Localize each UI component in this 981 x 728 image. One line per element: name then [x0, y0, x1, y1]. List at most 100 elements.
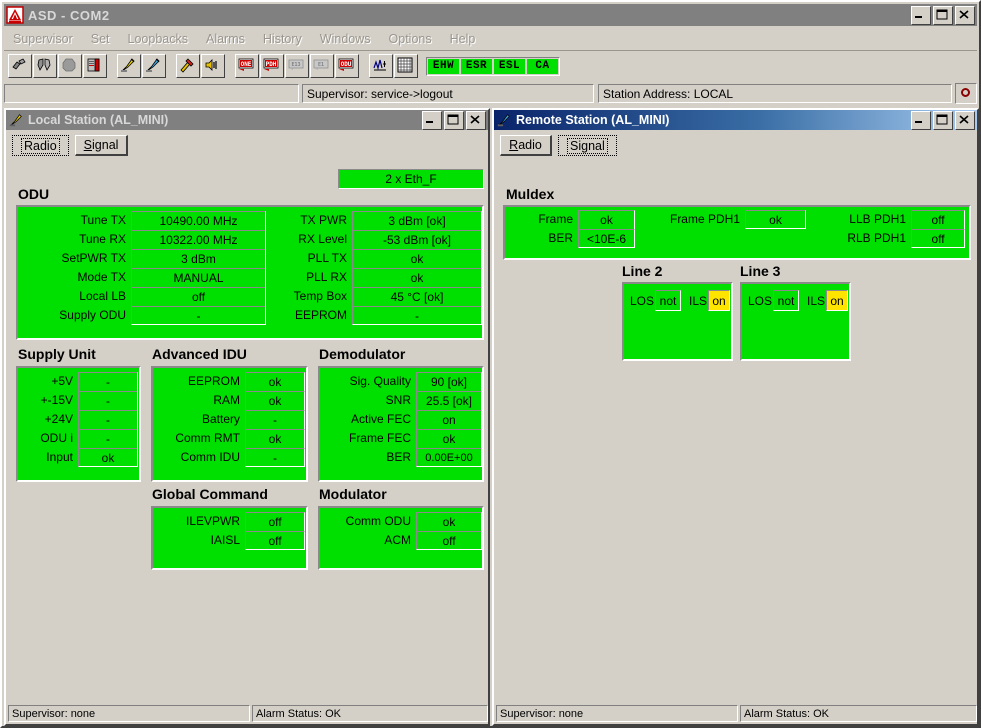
local-maximize-button[interactable]	[444, 110, 464, 130]
local-tab-radio[interactable]: Radio	[12, 135, 69, 156]
local-status-bar: Supervisor: none Alarm Status: OK	[8, 705, 488, 722]
speaker-alarm-icon[interactable]	[201, 54, 225, 78]
e1-grey-icon[interactable]: E1	[310, 54, 334, 78]
line3-los-value: not	[773, 290, 800, 311]
idu-label: Comm RMT	[175, 431, 240, 445]
line2-ils-value: on	[708, 290, 731, 311]
remote-station-blue-icon[interactable]	[142, 54, 166, 78]
remote-minimize-button[interactable]	[911, 110, 931, 130]
grey-octagon-icon[interactable]	[58, 54, 82, 78]
line2-ils-label: ILS	[689, 293, 708, 308]
muldex-panel: Frame BER ok <10E-6 Frame PDH1 ok LLB PD…	[503, 205, 971, 260]
line2-panel: LOS not ILS on	[622, 282, 733, 361]
minimize-button[interactable]	[911, 5, 931, 25]
demod-value: 0.00E+00	[416, 448, 482, 467]
odu-value: ok	[352, 249, 482, 268]
menu-history[interactable]: History	[254, 31, 311, 47]
odu-value: 3 dBm [ok]	[352, 211, 482, 230]
main-window-controls	[911, 5, 977, 25]
remote-window-title-bar: Remote Station (AL_MINI)	[494, 110, 977, 130]
supply-value: -	[78, 410, 138, 429]
led-ca[interactable]: CA	[526, 57, 559, 75]
local-window-title-bar: Local Station (AL_MINI)	[6, 110, 488, 130]
demod-label: Active FEC	[350, 412, 411, 426]
gcmd-value: off	[245, 531, 305, 550]
line3-ils-value: on	[826, 290, 849, 311]
supply-value: -	[78, 429, 138, 448]
svg-text:ONE: ONE	[241, 61, 252, 68]
odu-label: Tune RX	[79, 232, 126, 246]
line2-heading: Line 2	[622, 263, 663, 279]
maximize-button[interactable]	[933, 5, 953, 25]
status-supervisor-field: Supervisor: service->logout	[302, 84, 594, 103]
odu-right-column: TX PWR RX Level PLL TX PLL RX Temp Box E…	[272, 211, 482, 325]
muldex-col-3: LLB PDH1 RLB PDH1 off off	[836, 210, 965, 248]
grid-matrix-icon[interactable]	[394, 54, 418, 78]
modulator-heading: Modulator	[319, 486, 387, 502]
supply-label: Input	[46, 450, 73, 464]
menu-help[interactable]: Help	[441, 31, 485, 47]
remote-maximize-button[interactable]	[933, 110, 953, 130]
demod-label: BER	[386, 450, 411, 464]
menu-windows[interactable]: Windows	[311, 31, 380, 47]
interface-badge-label: 2 x Eth_F	[385, 172, 437, 186]
demodulator-panel: Sig. Quality SNR Active FEC Frame FEC BE…	[318, 366, 484, 482]
odu-red-icon[interactable]: ODU	[335, 54, 359, 78]
led-ehw[interactable]: EHW	[427, 57, 460, 75]
remote-tab-signal[interactable]: Signal	[558, 135, 617, 156]
supply-unit-panel: +5V +-15V +24V ODU i Input - - - - ok	[16, 366, 141, 482]
remote-window-title: Remote Station (AL_MINI)	[516, 113, 670, 127]
local-close-button[interactable]	[466, 110, 486, 130]
remote-status-alarm: Alarm Status: OK	[740, 705, 977, 722]
gcmd-value: off	[245, 512, 305, 531]
led-esr[interactable]: ESR	[460, 57, 493, 75]
muldex-value: off	[911, 210, 965, 229]
gcmd-label: IAISL	[210, 533, 240, 547]
remote-tab-radio[interactable]: Radio	[500, 135, 552, 156]
odu-label: Mode TX	[77, 270, 126, 284]
odu-label: EEPROM	[294, 308, 347, 322]
broken-heart-icon[interactable]	[33, 54, 57, 78]
status-station-address-field: Station Address: LOCAL	[598, 84, 952, 103]
tools-hammer-icon[interactable]	[176, 54, 200, 78]
e13-grey-icon[interactable]: E13	[285, 54, 309, 78]
signal-graph-icon[interactable]	[369, 54, 393, 78]
remote-station-window: Remote Station (AL_MINI) Radio Signal Mu…	[492, 108, 979, 726]
one-red-icon[interactable]: ONE	[235, 54, 259, 78]
menu-loopbacks[interactable]: Loopbacks	[119, 31, 197, 47]
global-command-panel: ILEVPWR IAISL off off	[151, 506, 308, 570]
line2-los-label: LOS	[630, 293, 655, 308]
odu-value: off	[131, 287, 266, 306]
supply-label: +-15V	[40, 393, 73, 407]
svg-text:PDH: PDH	[266, 61, 277, 68]
menu-alarms[interactable]: Alarms	[197, 31, 254, 47]
menu-set[interactable]: Set	[82, 31, 119, 47]
muldex-label: RLB PDH1	[847, 231, 906, 245]
led-esl[interactable]: ESL	[493, 57, 526, 75]
close-button[interactable]	[955, 5, 975, 25]
menu-options[interactable]: Options	[380, 31, 441, 47]
remote-status-bar: Supervisor: none Alarm Status: OK	[496, 705, 977, 722]
local-status-supervisor: Supervisor: none	[8, 705, 250, 722]
gcmd-label: ILEVPWR	[185, 514, 240, 528]
menu-supervisor[interactable]: Supervisor	[4, 31, 82, 47]
odu-value: 10490.00 MHz	[131, 211, 266, 230]
local-tab-signal[interactable]: Signal	[74, 135, 129, 156]
odu-label: TX PWR	[300, 213, 347, 227]
local-station-yellow-icon[interactable]	[117, 54, 141, 78]
remote-close-button[interactable]	[955, 110, 975, 130]
odu-value: -	[131, 306, 266, 325]
demod-label: SNR	[385, 393, 411, 407]
odu-value: -53 dBm [ok]	[352, 230, 482, 249]
remote-tab-bar: Radio Signal	[494, 130, 977, 156]
advanced-idu-heading: Advanced IDU	[152, 346, 247, 362]
local-window-controls	[422, 110, 488, 130]
pdh-red-icon[interactable]: PDH	[260, 54, 284, 78]
odu-label: PLL RX	[306, 270, 347, 284]
book-red-icon[interactable]	[83, 54, 107, 78]
idu-value: -	[245, 410, 305, 429]
idu-label: Battery	[201, 412, 240, 426]
broken-link-icon[interactable]	[8, 54, 32, 78]
muldex-label: Frame	[538, 212, 573, 226]
local-minimize-button[interactable]	[422, 110, 442, 130]
